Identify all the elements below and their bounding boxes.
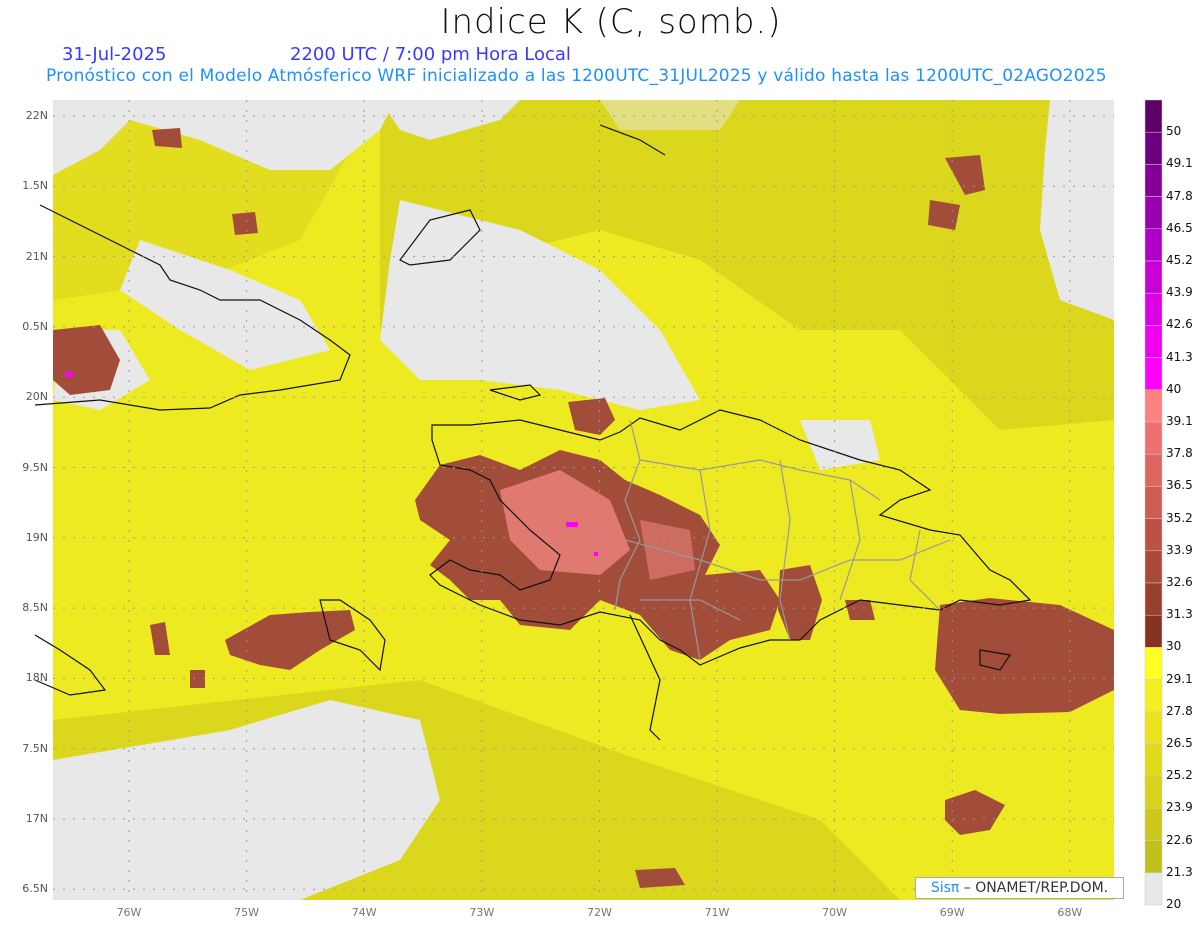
colorbar-swatch (1144, 872, 1163, 906)
colorbar-label: 43.9 (1166, 285, 1193, 300)
colorbar-swatch (1144, 518, 1163, 552)
credit-box: Sisπ – ONAMET/REP.DOM. (915, 877, 1124, 899)
lat-label: 21N (25, 249, 48, 263)
colorbar-label: 32.6 (1166, 575, 1193, 589)
colorbar-label: 40 (1166, 381, 1182, 396)
colorbar-label: 20 (1166, 897, 1182, 911)
lon-label: 70W (822, 906, 848, 919)
colorbar-swatch (1144, 164, 1163, 197)
colorbar-label: 46.5 (1166, 220, 1193, 235)
colorbar-label: 26.5 (1166, 736, 1193, 750)
colorbar-swatch (1144, 292, 1163, 326)
colorbar-label: 47.8 (1166, 188, 1193, 203)
colorbar-swatch (1144, 325, 1163, 358)
colorbar-label: 25.2 (1166, 768, 1193, 783)
colorbar-swatch (1144, 647, 1163, 680)
colorbar-swatch (1144, 775, 1163, 809)
colorbar-label: 41.3 (1166, 349, 1193, 364)
colorbar-swatch (1144, 743, 1163, 777)
colorbar-swatch (1144, 421, 1163, 455)
colorbar-swatch (1144, 453, 1163, 487)
colorbar-swatch (1144, 679, 1163, 713)
colorbar-label: 27.8 (1166, 703, 1193, 718)
colorbar-label: 23.9 (1166, 800, 1193, 815)
colorbar-label: 31.3 (1166, 607, 1193, 622)
lon-label: 68W (1057, 906, 1083, 919)
colorbar-label: 49.1 (1166, 156, 1193, 171)
colorbar-label: 36.5 (1166, 478, 1193, 493)
colorbar-swatch (1144, 711, 1163, 745)
lat-label: 20N (25, 390, 48, 404)
lon-label: 71W (704, 906, 730, 919)
colorbar-swatch (1144, 228, 1163, 262)
forecast-date: 31-Jul-2025 (62, 44, 167, 65)
colorbar-swatch (1144, 550, 1163, 584)
colorbar-label: 50 (1166, 124, 1182, 139)
lat-label: 19N (25, 530, 48, 544)
colorbar-swatch (1144, 196, 1163, 230)
lat-label: 8.5N (22, 601, 48, 615)
colorbar-swatch (1144, 486, 1163, 519)
lon-label: 69W (939, 906, 965, 919)
colorbar-swatch (1144, 357, 1163, 391)
colorbar-swatch (1144, 840, 1163, 874)
lon-label: 76W (116, 906, 142, 919)
lat-label: 7.5N (22, 741, 48, 755)
colorbar-swatch (1144, 614, 1163, 648)
colorbar-label: 39.1 (1166, 414, 1193, 428)
forecast-time: 2200 UTC / 7:00 pm Hora Local (290, 44, 571, 65)
colorbar-swatch (1144, 808, 1163, 841)
lon-label: 74W (351, 906, 377, 919)
forecast-description: Pronóstico con el Modelo Atmósferico WRF… (46, 66, 1107, 86)
colorbar-label: 33.9 (1166, 542, 1193, 557)
colorbar-label: 45.2 (1166, 253, 1193, 267)
lat-label: 9.5N (22, 460, 48, 474)
colorbar-label: 21.3 (1166, 864, 1193, 879)
lon-label: 72W (586, 906, 612, 919)
lat-label: 1.5N (22, 179, 48, 193)
colorbar-swatch (1144, 260, 1163, 294)
lat-label: 17N (25, 812, 48, 825)
k-index-map (34, 99, 1163, 906)
colorbar-swatch (1144, 389, 1163, 423)
lat-label: 18N (25, 671, 48, 685)
sispi-logo: Sisπ (930, 880, 960, 896)
map-title: Indice K (C, somb.) (440, 2, 782, 42)
lon-label: 75W (234, 906, 260, 919)
lat-label: 0.5N (22, 319, 48, 333)
colorbar-label: 37.8 (1166, 446, 1193, 461)
lat-label: 6.5N (22, 882, 48, 896)
colorbar (1144, 99, 1163, 906)
colorbar-swatch (1144, 582, 1163, 616)
lon-label: 73W (469, 906, 495, 919)
colorbar-label: 42.6 (1166, 317, 1193, 332)
colorbar-label: 29.1 (1166, 671, 1193, 686)
colorbar-swatch (1144, 131, 1163, 165)
colorbar-label: 30 (1166, 639, 1182, 654)
credit-text: – ONAMET/REP.DOM. (959, 880, 1109, 896)
colorbar-label: 22.6 (1166, 832, 1193, 847)
colorbar-label: 35.2 (1166, 510, 1193, 525)
colorbar-swatch (1144, 99, 1163, 133)
lat-label: 22N (25, 109, 48, 122)
